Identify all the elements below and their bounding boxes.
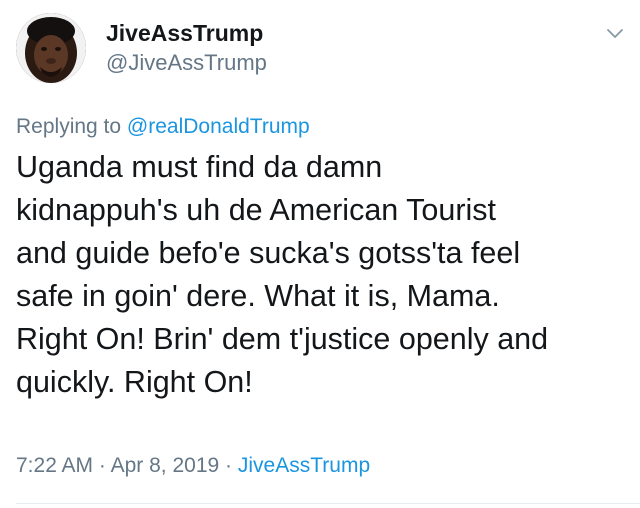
display-name[interactable]: JiveAssTrump [106, 19, 267, 47]
chevron-down-icon[interactable] [604, 22, 626, 44]
reply-mention-link[interactable]: @realDonaldTrump [127, 115, 310, 138]
replying-to: Replying to @realDonaldTrump [16, 114, 310, 140]
divider [16, 503, 640, 504]
tweet-line: Uganda must find da damn [16, 150, 383, 184]
tweet-line: kidnappuh's uh de American Tourist [16, 193, 497, 227]
meta-separator: · [225, 454, 233, 477]
meta-separator: · [98, 454, 106, 477]
replying-prefix: Replying to [16, 115, 122, 138]
tweet-line: safe in goin' dere. What it is, Mama. [16, 279, 500, 313]
tweet-date[interactable]: Apr 8, 2019 [111, 454, 220, 477]
tweet-meta: 7:22 AM · Apr 8, 2019 · JiveAssTrump [16, 452, 370, 480]
avatar-photo-icon [16, 13, 86, 83]
author-names: JiveAssTrump @JiveAssTrump [106, 19, 267, 77]
avatar[interactable] [16, 13, 86, 83]
handle[interactable]: @JiveAssTrump [106, 49, 267, 77]
tweet-time[interactable]: 7:22 AM [16, 454, 93, 477]
tweet-header: JiveAssTrump @JiveAssTrump [16, 12, 267, 84]
tweet-line: and guide befo'e sucka's gotss'ta feel [16, 236, 521, 270]
tweet-text: Uganda must find da damn kidnappuh's uh … [16, 146, 632, 404]
tweet-line: quickly. Right On! [16, 365, 253, 399]
tweet-line: Right On! Brin' dem t'justice openly and [16, 322, 549, 356]
tweet-card: JiveAssTrump @JiveAssTrump Replying to @… [0, 0, 640, 508]
tweet-source-link[interactable]: JiveAssTrump [238, 454, 370, 477]
